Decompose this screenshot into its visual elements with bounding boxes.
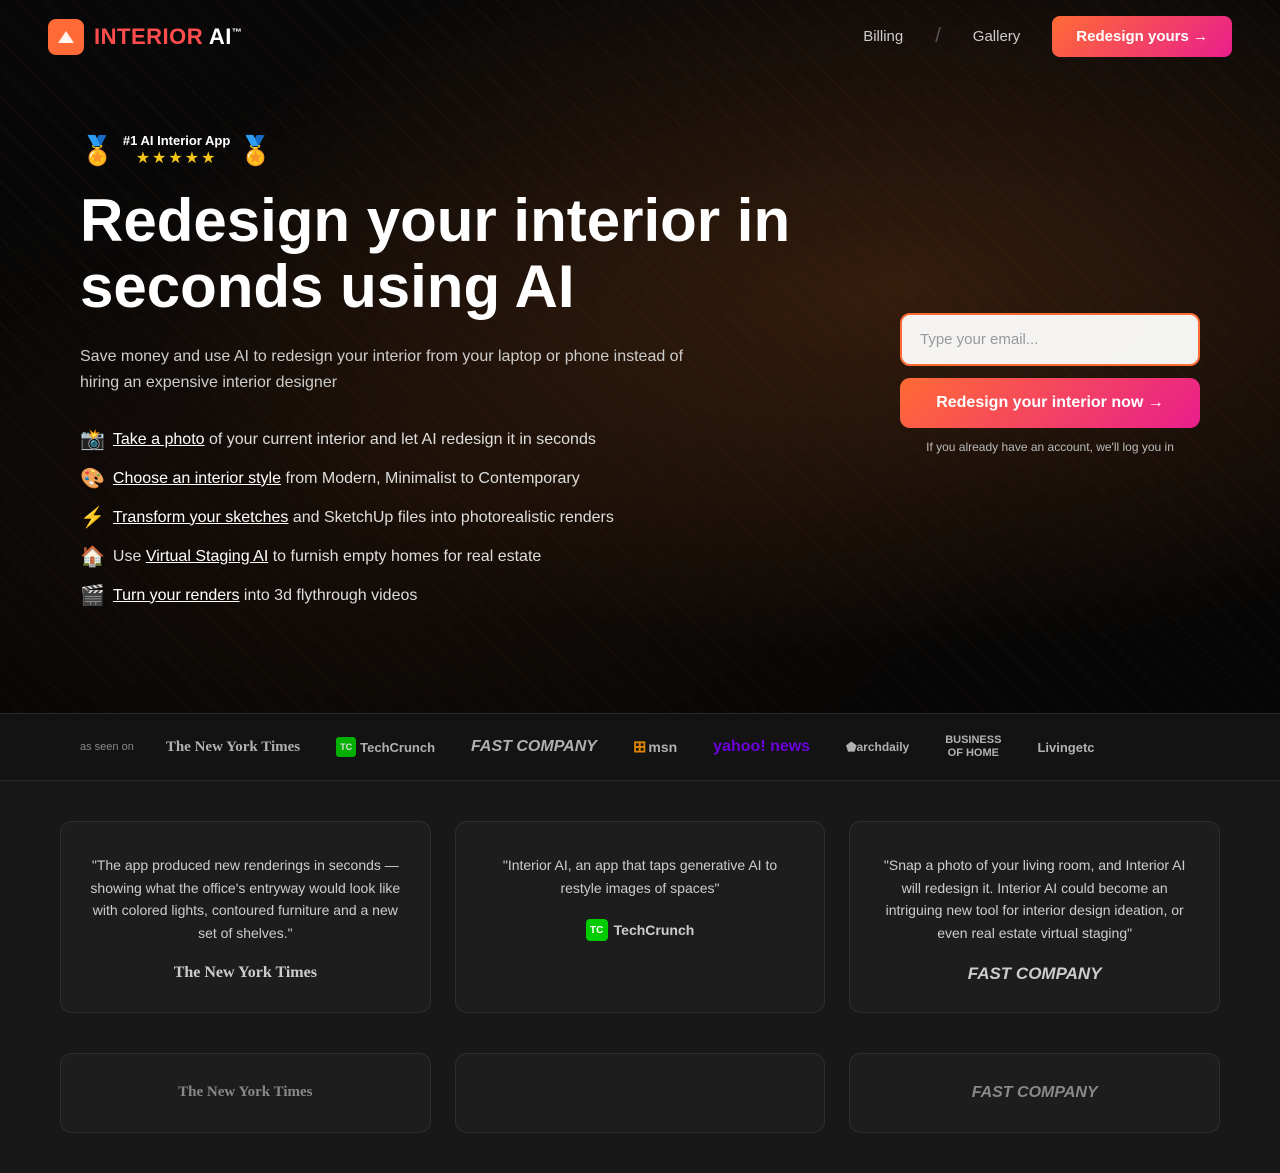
award-badge: 🏅 #1 AI Interior App ★★★★★ 🏅 <box>80 133 790 168</box>
gallery-link[interactable]: Gallery <box>973 28 1021 45</box>
boh-logo: BUSINESSOF HOME <box>945 734 1001 760</box>
navbar-links: Billing / Gallery Redesign yours → <box>863 16 1232 57</box>
email-input[interactable] <box>900 313 1200 366</box>
logo-icon <box>48 19 84 55</box>
testimonial-fastco-quote: "Snap a photo of your living room, and I… <box>878 854 1191 944</box>
logo[interactable]: INTERIOR AI™ <box>48 19 242 55</box>
star-rating: ★★★★★ <box>123 148 230 168</box>
virtual-staging-link[interactable]: Virtual Staging AI <box>146 548 268 565</box>
transform-sketches-link[interactable]: Transform your sketches <box>113 509 288 526</box>
techcrunch-logo: TC TechCrunch <box>336 737 435 757</box>
testimonial-fastco: "Snap a photo of your living room, and I… <box>849 821 1220 1013</box>
laurel-right-icon: 🏅 <box>238 134 273 167</box>
lightning-emoji: ⚡ <box>80 505 105 530</box>
film-emoji: 🎬 <box>80 583 105 608</box>
redesign-now-button[interactable]: Redesign your interior now → <box>900 378 1200 428</box>
testimonial-fastco-logo: FAST COMPANY <box>878 964 1191 984</box>
nav-cta-button[interactable]: Redesign yours → <box>1052 16 1232 57</box>
tc-icon: TC <box>336 737 356 757</box>
press-logos: The New York Times TC TechCrunch FAST CO… <box>166 734 1095 760</box>
house-emoji: 🏠 <box>80 544 105 569</box>
feature-choose-style: 🎨 Choose an interior style from Modern, … <box>80 466 790 491</box>
choose-style-link[interactable]: Choose an interior style <box>113 470 281 487</box>
hero-section: 🏅 #1 AI Interior App ★★★★★ 🏅 Redesign yo… <box>0 73 1280 713</box>
feature-virtual-staging: 🏠 Use Virtual Staging AI to furnish empt… <box>80 544 790 569</box>
msn-icon: ⊞ <box>633 737 646 757</box>
tc-t-icon: TC <box>586 919 608 941</box>
fastcompany-logo: FAST COMPANY <box>471 738 597 756</box>
testimonials-section: "The app produced new renderings in seco… <box>0 781 1280 1053</box>
nyt-logo: The New York Times <box>166 739 300 756</box>
bottom-card-fastco: FAST COMPANY <box>849 1053 1220 1133</box>
testimonial-tc-logo: TC TechCrunch <box>484 919 797 941</box>
archdaily-logo: ⬟archdaily <box>846 740 909 754</box>
hero-subtitle: Save money and use AI to redesign your i… <box>80 344 700 395</box>
hero-title: Redesign your interior in seconds using … <box>80 188 790 320</box>
take-photo-link[interactable]: Take a photo <box>113 431 205 448</box>
testimonial-nyt-logo: The New York Times <box>89 964 402 982</box>
billing-link[interactable]: Billing <box>863 28 903 45</box>
palette-emoji: 🎨 <box>80 466 105 491</box>
testimonial-tc: "Interior AI, an app that taps generativ… <box>455 821 826 1013</box>
turn-renders-link[interactable]: Turn your renders <box>113 587 240 604</box>
email-form: Redesign your interior now → If you alre… <box>900 313 1200 454</box>
testimonial-nyt: "The app produced new renderings in seco… <box>60 821 431 1013</box>
badge-rank: #1 AI Interior App <box>123 133 230 148</box>
livingetc-logo: Livingetc <box>1037 740 1094 755</box>
bottom-card-empty <box>455 1053 826 1133</box>
yahoo-logo: yahoo! news <box>713 738 810 756</box>
bottom-fastco-logo: FAST COMPANY <box>972 1084 1098 1102</box>
badge-center: #1 AI Interior App ★★★★★ <box>123 133 230 168</box>
navbar: INTERIOR AI™ Billing / Gallery Redesign … <box>0 0 1280 73</box>
bottom-nyt-logo: The New York Times <box>178 1084 312 1101</box>
nav-divider: / <box>935 25 941 48</box>
testimonial-tc-quote: "Interior AI, an app that taps generativ… <box>484 854 797 899</box>
testimonial-nyt-quote: "The app produced new renderings in seco… <box>89 854 402 944</box>
login-note: If you already have an account, we'll lo… <box>900 440 1200 454</box>
laurel-left-icon: 🏅 <box>80 134 115 167</box>
feature-list: 📸 Take a photo of your current interior … <box>80 427 790 608</box>
camera-emoji: 📸 <box>80 427 105 452</box>
feature-transform-sketches: ⚡ Transform your sketches and SketchUp f… <box>80 505 790 530</box>
press-bar: as seen on The New York Times TC TechCru… <box>0 713 1280 781</box>
feature-take-photo: 📸 Take a photo of your current interior … <box>80 427 790 452</box>
as-seen-on-label: as seen on <box>80 741 134 753</box>
hero-left: 🏅 #1 AI Interior App ★★★★★ 🏅 Redesign yo… <box>80 133 790 608</box>
logo-text: INTERIOR AI™ <box>94 24 242 50</box>
bottom-logo-cards: The New York Times FAST COMPANY <box>0 1053 1280 1173</box>
feature-flythrough: 🎬 Turn your renders into 3d flythrough v… <box>80 583 790 608</box>
bottom-card-nyt: The New York Times <box>60 1053 431 1133</box>
msn-logo: ⊞ msn <box>633 737 677 757</box>
